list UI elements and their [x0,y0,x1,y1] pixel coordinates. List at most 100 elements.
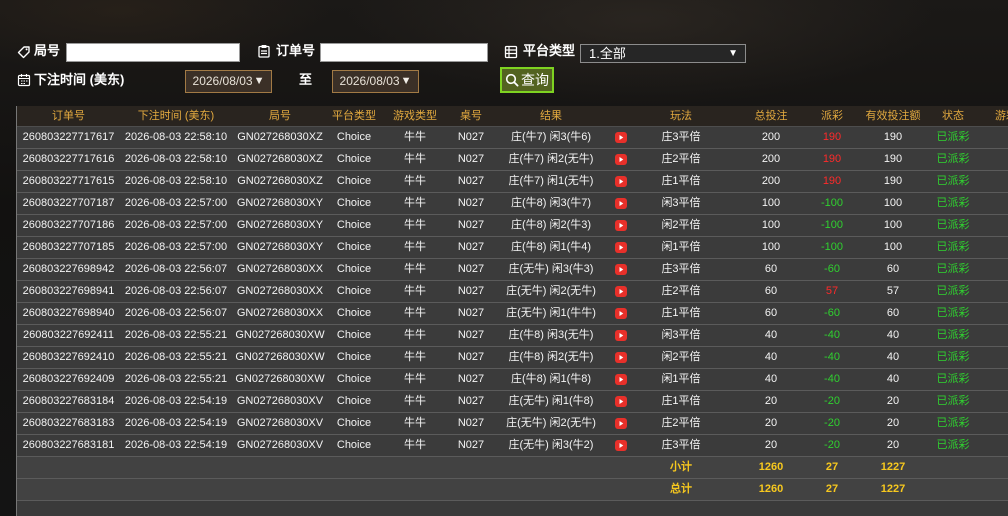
total-bet-cell: 20 [764,395,778,407]
table-number-cell: N027 [457,373,485,385]
total-bet-cell: 200 [761,175,781,187]
round-number-cell: GN027268030XZ [237,131,323,143]
total-bet: 1260 [758,483,784,495]
payout-cell: -100 [820,219,844,231]
play-video-icon[interactable] [610,127,632,148]
play-video-icon[interactable] [610,347,632,368]
empty-cell [17,457,120,478]
order-number-cell: 260803227692411 [23,329,114,341]
round-number-input[interactable] [66,43,240,62]
payout-cell: -20 [824,395,840,407]
date-range-separator: 至 [299,72,313,87]
play-type-cell: 庄3平倍 [661,131,701,143]
header-game-type: 游戏类型 [393,110,437,122]
result-cell: 庄(无牛) 闲1(牛8) [508,395,594,407]
round-number-cell: GN027268030XV [236,439,324,451]
empty-cell [450,479,492,500]
total-valid-bet: 1227 [880,483,906,495]
bet-time-cell: 2026-08-03 22:54:19 [124,417,228,429]
play-video-icon[interactable] [610,369,632,390]
header-replay [610,106,632,126]
valid-bet-cell: 190 [883,175,903,187]
play-video-icon[interactable] [610,215,632,236]
bet-time-cell: 2026-08-03 22:55:21 [124,329,228,341]
subtotal-valid-bet: 1227 [880,461,906,473]
round-number-cell: GN027268030XW [235,351,325,363]
platform-type-cell: Choice [336,351,372,363]
play-video-icon[interactable] [610,281,632,302]
table-row: 260803227707187 2026-08-03 22:57:00 GN0272… [17,193,1008,215]
clipboard-icon [257,44,271,58]
result-cell: 庄(牛8) 闲2(无牛) [508,351,594,363]
table-row: 260803227707185 2026-08-03 22:57:00 GN0272… [17,237,1008,259]
game-type-cell: 牛牛 [404,263,426,275]
table-number-cell: N027 [457,241,485,253]
status-cell: 已派彩 [936,373,970,385]
payout-cell: 190 [822,175,842,187]
bet-records-table: 订单号 下注时间 (美东) 局号 平台类型 游戏类型 桌号 结果 玩法 总投注 … [16,106,1008,516]
play-video-icon[interactable] [610,259,632,280]
table-number-cell: N027 [457,175,485,187]
total-payout: 27 [825,483,839,495]
extra-cell [972,127,1008,148]
header-valid-bet: 有效投注额 [865,110,921,122]
play-video-icon[interactable] [610,325,632,346]
query-button[interactable]: 查询 [500,67,554,93]
valid-bet-cell: 100 [883,241,903,253]
table-row: 260803227683183 2026-08-03 22:54:19 GN0272… [17,413,1008,435]
extra-cell [972,303,1008,324]
total-bet-cell: 200 [761,131,781,143]
payout-cell: -60 [824,307,840,319]
play-type-cell: 庄2平倍 [661,417,701,429]
extra-cell [972,237,1008,258]
round-number-cell: GN027268030XY [236,219,324,231]
date-from-value: 2026/08/03 [192,74,253,88]
status-cell: 已派彩 [936,395,970,407]
bet-time-cell: 2026-08-03 22:57:00 [124,219,228,231]
payout-cell: -100 [820,241,844,253]
play-video-icon[interactable] [610,193,632,214]
date-to-select[interactable]: 2026/08/03 ▼ [332,70,419,93]
play-video-icon[interactable] [610,303,632,324]
game-type-cell: 牛牛 [404,219,426,231]
platform-type-select[interactable]: 1.全部 ▼ [580,44,746,63]
game-type-cell: 牛牛 [404,439,426,451]
table-header: 订单号 下注时间 (美东) 局号 平台类型 游戏类型 桌号 结果 玩法 总投注 … [17,106,1008,127]
order-number-cell: 260803227692409 [22,373,115,385]
bet-time-cell: 2026-08-03 22:54:19 [124,439,228,451]
valid-bet-cell: 100 [883,219,903,231]
table-row: 260803227692409 2026-08-03 22:55:21 GN0272… [17,369,1008,391]
total-bet-cell: 40 [764,373,778,385]
order-number-cell: 260803227698942 [22,263,115,275]
date-from-select[interactable]: 2026/08/03 ▼ [185,70,272,93]
total-bet-cell: 40 [764,329,778,341]
game-type-cell: 牛牛 [404,197,426,209]
round-number-cell: GN027268030XZ [237,153,323,165]
play-video-icon[interactable] [610,171,632,192]
empty-cell [232,479,328,500]
table-row: 260803227707186 2026-08-03 22:57:00 GN0272… [17,215,1008,237]
valid-bet-cell: 20 [886,417,900,429]
order-number-input[interactable] [320,43,488,62]
total-bet-cell: 20 [764,439,778,451]
platform-type-cell: Choice [336,241,372,253]
play-video-icon[interactable] [610,149,632,170]
play-video-icon[interactable] [610,435,632,456]
total-bet-cell: 100 [761,219,781,231]
status-cell: 已派彩 [936,263,970,275]
empty-cell [610,479,632,500]
play-video-icon[interactable] [610,413,632,434]
play-video-icon[interactable] [610,391,632,412]
table-number-cell: N027 [457,351,485,363]
status-cell: 已派彩 [936,329,970,341]
subtotal-payout: 27 [825,461,839,473]
empty-cell [492,479,610,500]
play-type-cell: 庄1平倍 [661,395,701,407]
status-cell: 已派彩 [936,351,970,363]
play-video-icon[interactable] [610,237,632,258]
table-number-cell: N027 [457,395,485,407]
table-number-cell: N027 [457,219,485,231]
play-type-cell: 闲3平倍 [661,329,701,341]
order-number-cell: 260803227717615 [22,175,115,187]
extra-cell [972,347,1008,368]
